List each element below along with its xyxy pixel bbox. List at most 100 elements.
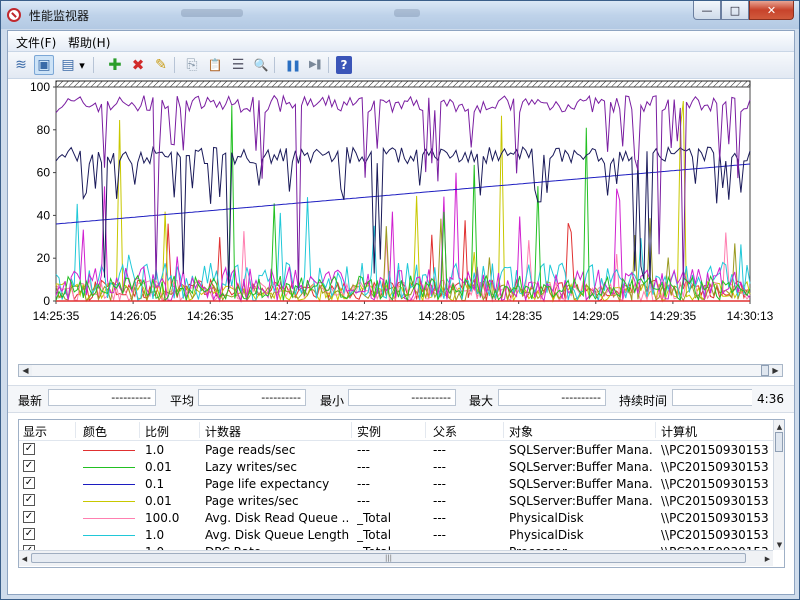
x-tick-label: 14:27:35 [341, 309, 388, 323]
cell-computer: \\PC20150930153 [661, 511, 769, 525]
header-show[interactable]: 显示 [23, 423, 47, 440]
maximum-label: 最大 [469, 394, 494, 408]
scroll-up-icon[interactable]: ▲ [774, 421, 784, 432]
change-graph-type-icon[interactable]: ▤ [58, 55, 78, 75]
minimize-icon: — [701, 3, 713, 17]
toolbar-separator [174, 57, 175, 73]
freeze-display-icon[interactable]: ❚❚ [282, 55, 302, 75]
menu-bar: 文件(F) 帮助(H) [8, 31, 794, 52]
counter-table: 显示 颜色 比例 计数器 实例 父系 对象 计算机 ✓ 1.0 Page reads… [18, 419, 785, 568]
view-graph-type-icon[interactable]: ≋ [11, 55, 31, 75]
cell-object: SQLServer:Buffer Mana... [509, 477, 653, 491]
highlight-icon[interactable]: ✎ [151, 55, 171, 75]
header-instance[interactable]: 实例 [357, 423, 381, 440]
maximize-icon: □ [729, 3, 741, 17]
maximize-button[interactable]: □ [721, 1, 749, 20]
y-tick-label: 20 [37, 251, 51, 265]
help-icon[interactable]: ? [336, 56, 352, 74]
add-counter-icon[interactable]: ✚ [105, 55, 125, 75]
cell-scale: 0.01 [145, 460, 172, 474]
view-current-activity-icon[interactable]: ▣ [34, 55, 54, 75]
scroll-left-icon[interactable]: ◀ [19, 365, 32, 376]
close-icon: ✕ [766, 3, 777, 17]
line-chart[interactable]: 0 20 40 60 80 100 14:25:35 14:26:05 14:26:35 14:2… [8, 79, 794, 359]
chart-top-hatch [55, 80, 751, 88]
show-checkbox[interactable]: ✓ [23, 511, 35, 523]
close-button[interactable]: ✕ [749, 1, 794, 20]
cell-parent: --- [433, 443, 446, 457]
cell-scale: 0.01 [145, 494, 172, 508]
cell-computer: \\PC20150930153 [661, 528, 769, 542]
cell-object: SQLServer:Buffer Mana... [509, 460, 653, 474]
zoom-icon[interactable]: 🔍 [251, 55, 271, 75]
average-value: ---------- [198, 389, 306, 406]
cell-computer: \\PC20150930153 [661, 460, 769, 474]
copy-properties-icon[interactable]: ⎘ [182, 55, 202, 75]
header-color[interactable]: 颜色 [83, 423, 107, 440]
last-label: 最新 [18, 394, 43, 408]
cell-parent: --- [433, 477, 446, 491]
time-scrollbar[interactable]: ◀ ▶ [18, 364, 783, 377]
paste-counter-list-icon[interactable]: 📋 [205, 55, 225, 75]
column-divider [503, 422, 504, 438]
client-area: 文件(F) 帮助(H) ≋ ▣ ▤ ▾ ✚ ✖ ✎ ⎘ 📋 ☰ 🔍 ❚❚ ▶❚ … [7, 30, 795, 595]
x-tick-label: 14:28:35 [495, 309, 542, 323]
update-data-icon[interactable]: ▶❚ [305, 55, 325, 75]
cell-instance: --- [357, 460, 370, 474]
properties-icon[interactable]: ☰ [228, 55, 248, 75]
x-tick-label: 14:29:05 [572, 309, 619, 323]
table-row[interactable]: ✓ 1.0 Page reads/sec --- --- SQLServer:Buffer… [19, 442, 774, 459]
title-bar[interactable]: 性能监视器 — □ ✕ [1, 1, 799, 29]
table-row[interactable]: ✓ 100.0 Avg. Disk Read Queue ... _Total --- P… [19, 510, 774, 527]
table-horizontal-scrollbar[interactable]: ◀ ||| ▶ [19, 550, 773, 566]
toolbar-separator [274, 57, 275, 73]
dropdown-arrow-icon[interactable]: ▾ [76, 55, 88, 75]
header-object[interactable]: 对象 [509, 423, 533, 440]
scroll-left-icon[interactable]: ◀ [19, 553, 30, 564]
cell-counter: Avg. Disk Queue Length [205, 528, 349, 542]
delete-counter-icon[interactable]: ✖ [128, 55, 148, 75]
cell-instance: --- [357, 494, 370, 508]
table-row[interactable]: ✓ 0.01 Lazy writes/sec --- --- SQLServer:Buff… [19, 459, 774, 476]
cell-object: PhysicalDisk [509, 511, 584, 525]
table-vertical-scrollbar[interactable]: ▲ ▼ [773, 420, 784, 550]
duration-value: 4:36 [757, 392, 784, 406]
column-divider [351, 422, 352, 438]
cell-counter: Lazy writes/sec [205, 460, 297, 474]
cell-computer: \\PC20150930153 [661, 494, 769, 508]
vertical-scroll-thumb[interactable] [775, 432, 783, 452]
scroll-right-icon[interactable]: ▶ [762, 553, 773, 564]
x-tick-label: 14:27:05 [264, 309, 311, 323]
table-row[interactable]: ✓ 1.0 Avg. Disk Queue Length _Total --- Physi… [19, 527, 774, 544]
graph-area: 0 20 40 60 80 100 14:25:35 14:26:05 14:26:35 14:2… [8, 79, 794, 381]
color-swatch [83, 484, 135, 485]
minimize-button[interactable]: — [693, 1, 721, 20]
table-row[interactable]: ✓ 0.01 Page writes/sec --- --- SQLServer:Buff… [19, 493, 774, 510]
scroll-down-icon[interactable]: ▼ [774, 539, 784, 550]
cell-parent: --- [433, 528, 446, 542]
header-parent[interactable]: 父系 [433, 423, 457, 440]
duration-label: 持续时间 [619, 394, 668, 408]
show-checkbox[interactable]: ✓ [23, 443, 35, 455]
show-checkbox[interactable]: ✓ [23, 460, 35, 472]
y-tick-label: 0 [43, 294, 50, 308]
horizontal-scroll-thumb[interactable]: ||| [31, 553, 746, 563]
cell-counter: Page reads/sec [205, 443, 296, 457]
time-scrollbar-thumb[interactable] [761, 365, 769, 376]
column-divider [75, 422, 76, 438]
table-row[interactable]: ✓ 0.1 Page life expectancy --- --- SQLServer:… [19, 476, 774, 493]
background-ghost-text [394, 9, 420, 17]
show-checkbox[interactable]: ✓ [23, 477, 35, 489]
color-swatch [83, 518, 135, 519]
menu-file[interactable]: 文件(F) [16, 34, 56, 51]
cell-object: SQLServer:Buffer Mana... [509, 443, 653, 457]
menu-help[interactable]: 帮助(H) [68, 34, 110, 51]
show-checkbox[interactable]: ✓ [23, 494, 35, 506]
cell-parent: --- [433, 494, 446, 508]
header-counter[interactable]: 计数器 [205, 423, 241, 440]
header-computer[interactable]: 计算机 [661, 423, 697, 440]
show-checkbox[interactable]: ✓ [23, 528, 35, 540]
cell-scale: 100.0 [145, 511, 180, 525]
scroll-right-icon[interactable]: ▶ [769, 365, 782, 376]
header-scale[interactable]: 比例 [145, 423, 169, 440]
